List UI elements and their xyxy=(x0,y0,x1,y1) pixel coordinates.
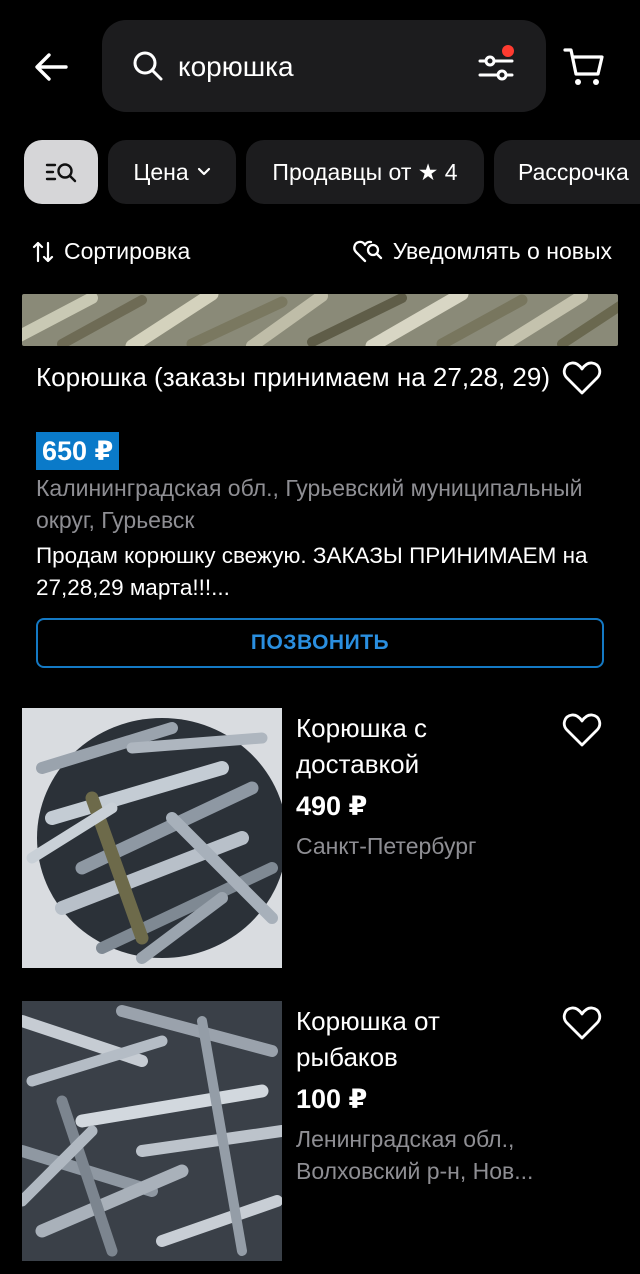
listing-3-image[interactable] xyxy=(22,1001,282,1261)
heart-icon xyxy=(562,1006,602,1040)
filter-chip-installment-label: Рассрочка xyxy=(518,158,629,185)
listing-2-title[interactable]: Корюшка с доставкой xyxy=(296,710,546,782)
call-button[interactable]: ПОЗВОНИТЬ xyxy=(36,618,604,668)
fish-photo xyxy=(22,1001,282,1261)
filter-chip-sellers-label: Продавцы от ★ 4 xyxy=(272,158,458,185)
listing-3-title[interactable]: Корюшка от рыбаков xyxy=(296,1003,546,1075)
filter-chips: Цена Продавцы от ★ 4 Рассрочка xyxy=(0,138,640,206)
filter-list-search-icon xyxy=(45,163,77,183)
filter-chip-price-label: Цена xyxy=(133,158,189,185)
filter-chip-sellers-rating[interactable]: Продавцы от ★ 4 xyxy=(246,140,484,204)
listing-3-favorite-button[interactable] xyxy=(562,1005,602,1046)
filter-notification-dot xyxy=(502,45,514,57)
search-input[interactable]: корюшка xyxy=(102,20,546,112)
listing-2-image[interactable] xyxy=(22,708,282,968)
listing-2-location: Санкт-Петербург xyxy=(296,833,477,859)
listing-1-price: 650 ₽ xyxy=(36,432,120,470)
listing-1-favorite-button[interactable] xyxy=(562,360,602,401)
heart-icon xyxy=(562,361,602,395)
listing-1-location: Калининградская обл., Гурьевский муницип… xyxy=(36,475,583,533)
arrow-left-icon xyxy=(35,53,68,81)
fish-photo xyxy=(22,294,618,346)
fish-photo xyxy=(22,708,282,968)
listing-2-favorite-button[interactable] xyxy=(562,712,602,753)
sort-button[interactable]: Сортировка xyxy=(32,238,190,265)
chevron-down-icon xyxy=(197,167,210,176)
heart-icon xyxy=(562,713,602,747)
listing-1-description: Продам корюшку свежую. ЗАКАЗЫ ПРИНИМАЕМ … xyxy=(36,543,588,600)
notify-new-button[interactable]: Уведомлять о новых xyxy=(352,238,612,265)
search-icon xyxy=(133,51,163,81)
listing-3-price: 100 ₽ xyxy=(296,1084,368,1114)
filter-chip-price[interactable]: Цена xyxy=(108,140,236,204)
sort-bar: Сортировка Уведомлять о новых xyxy=(0,230,640,278)
cart-icon xyxy=(563,48,604,85)
cart-button[interactable] xyxy=(562,44,608,90)
sort-arrows-icon xyxy=(32,241,54,262)
listing-2-price: 490 ₽ xyxy=(296,791,368,821)
listing-1-title[interactable]: Корюшка (заказы принимаем на 27,28, 29) xyxy=(36,360,556,394)
heart-search-icon xyxy=(352,240,382,262)
filter-menu-button[interactable] xyxy=(24,140,98,204)
back-button[interactable] xyxy=(28,44,74,90)
listing-1-image[interactable] xyxy=(22,294,618,346)
filter-chip-installment[interactable]: Рассрочка xyxy=(494,140,640,204)
search-query-text: корюшка xyxy=(178,51,294,82)
sort-label: Сортировка xyxy=(64,238,191,264)
top-bar: корюшка xyxy=(0,0,640,132)
notify-label: Уведомлять о новых xyxy=(392,238,612,264)
listing-3-location: Ленинградская обл., Волховский р-н, Нов.… xyxy=(296,1126,534,1184)
